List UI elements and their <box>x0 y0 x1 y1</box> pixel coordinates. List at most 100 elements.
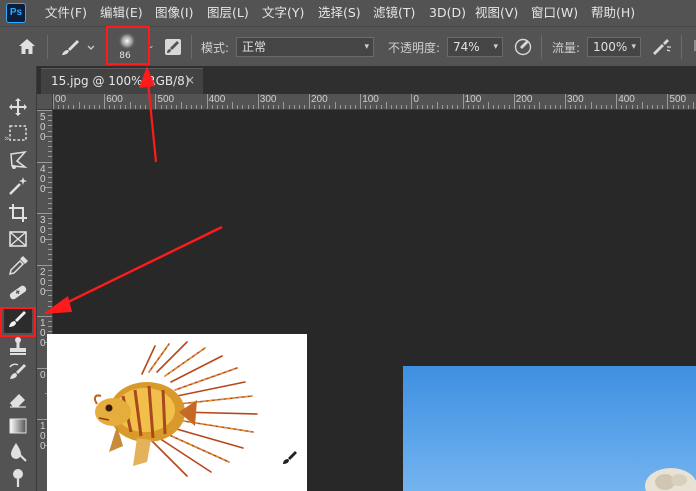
eraser-tool[interactable] <box>6 387 30 411</box>
ruler-minor-tick <box>662 105 664 109</box>
ruler-minor-tick <box>385 102 387 109</box>
ruler-minor-tick <box>48 125 52 127</box>
ruler-minor-tick <box>447 105 449 109</box>
ruler-minor-tick <box>406 105 408 109</box>
ruler-minor-tick <box>339 105 341 109</box>
ruler-label: 0 <box>40 369 46 381</box>
ruler-label: 2 <box>40 266 46 278</box>
ruler-minor-tick <box>48 228 52 230</box>
history-brush-tool[interactable] <box>6 361 30 385</box>
ruler-minor-tick <box>48 223 52 225</box>
menu-edit[interactable]: 编辑(E) <box>100 0 143 26</box>
ruler-minor-tick <box>426 105 428 109</box>
ruler-minor-tick <box>48 192 52 194</box>
ruler-minor-tick <box>600 105 602 109</box>
close-icon[interactable]: × <box>185 73 195 87</box>
healing-brush-tool[interactable] <box>6 280 30 304</box>
ruler-origin[interactable] <box>37 94 53 110</box>
menu-filter[interactable]: 滤镜(T) <box>373 0 415 26</box>
pressure-opacity-icon[interactable] <box>513 37 533 57</box>
lasso-tool[interactable] <box>6 148 30 172</box>
ruler-minor-tick <box>186 105 188 109</box>
ruler-minor-tick <box>534 105 536 109</box>
horizontal-ruler[interactable]: 00 600 500 400 300 200 100 0 100 200 300 400 500 <box>53 94 696 110</box>
rectangular-marquee-tool[interactable] <box>6 121 30 145</box>
ruler-minor-tick <box>99 105 101 109</box>
ruler-minor-tick <box>293 105 295 109</box>
ruler-tick <box>37 213 52 214</box>
ruler-minor-tick <box>278 105 280 109</box>
ruler-minor-tick <box>227 105 229 109</box>
ruler-minor-tick <box>288 105 290 109</box>
ruler-minor-tick <box>109 105 111 109</box>
ruler-label: 0 <box>40 235 46 246</box>
flow-value: 100% <box>593 40 628 54</box>
menu-view[interactable]: 视图(V) <box>475 0 518 26</box>
ruler-minor-tick <box>580 105 582 109</box>
ruler-minor-tick <box>48 295 52 297</box>
ruler-minor-tick <box>48 176 52 178</box>
crop-tool[interactable] <box>6 201 30 225</box>
ruler-minor-tick <box>442 105 444 109</box>
ruler-minor-tick <box>114 105 116 109</box>
ruler-minor-tick <box>48 171 52 173</box>
dodge-tool[interactable] <box>6 465 30 489</box>
menu-layer[interactable]: 图层(L) <box>207 0 249 26</box>
menu-type[interactable]: 文字(Y) <box>262 0 304 26</box>
ruler-minor-tick <box>48 146 52 148</box>
ruler-minor-tick <box>672 105 674 109</box>
eyedropper-tool[interactable] <box>6 254 30 278</box>
ruler-minor-tick <box>452 105 454 109</box>
ruler-minor-tick <box>467 105 469 109</box>
ruler-minor-tick <box>595 105 597 109</box>
blur-tool[interactable] <box>6 440 30 464</box>
ruler-minor-tick <box>124 105 126 109</box>
gradient-tool[interactable] <box>6 414 30 438</box>
menu-help[interactable]: 帮助(H) <box>591 0 635 26</box>
ruler-minor-tick <box>268 105 270 109</box>
ruler-minor-tick <box>518 105 520 109</box>
frame-tool[interactable] <box>6 227 30 251</box>
ruler-minor-tick <box>170 105 172 109</box>
document-tab[interactable]: 15.jpg @ 100%(RGB/8) × <box>41 68 203 94</box>
ruler-minor-tick <box>298 105 300 109</box>
ruler-minor-tick <box>221 105 223 109</box>
ruler-minor-tick <box>175 105 177 109</box>
ruler-tick <box>513 94 515 109</box>
ruler-minor-tick <box>431 105 433 109</box>
menu-file[interactable]: 文件(F) <box>45 0 87 26</box>
ruler-label: 300 <box>567 94 584 105</box>
ruler-tick <box>565 94 566 109</box>
ruler-label: 0 <box>40 132 46 143</box>
ruler-minor-tick <box>145 105 147 109</box>
opacity-input[interactable]: 74% ▾ <box>447 37 503 57</box>
menu-image[interactable]: 图像(I) <box>155 0 193 26</box>
ruler-tick <box>155 94 157 109</box>
move-tool[interactable] <box>6 95 30 119</box>
blend-mode-select[interactable]: 正常 ▾ <box>236 37 374 57</box>
opacity-label: 不透明度: <box>388 41 441 55</box>
magic-wand-tool[interactable] <box>6 174 30 198</box>
flow-label: 流量: <box>552 41 581 55</box>
flow-input[interactable]: 100% ▾ <box>587 37 641 57</box>
ruler-tick <box>309 94 310 109</box>
clone-stamp-tool[interactable] <box>6 334 30 358</box>
menu-window[interactable]: 窗口(W) <box>531 0 578 26</box>
brush-settings-panel-icon[interactable] <box>163 37 183 57</box>
airbrush-icon[interactable] <box>650 37 672 57</box>
ruler-minor-tick <box>48 207 52 209</box>
ruler-minor-tick <box>48 310 52 312</box>
ruler-minor-tick <box>160 105 162 109</box>
menu-select[interactable]: 选择(S) <box>318 0 361 26</box>
brush-tool-preset-picker[interactable] <box>58 36 95 58</box>
ruler-minor-tick <box>48 120 52 122</box>
ruler-minor-tick <box>252 105 254 109</box>
ruler-label: 0 <box>40 338 46 349</box>
ruler-minor-tick <box>48 326 52 328</box>
ruler-minor-tick <box>63 105 65 109</box>
ruler-minor-tick <box>324 105 326 109</box>
ruler-minor-tick <box>437 102 438 109</box>
home-icon[interactable] <box>16 36 38 58</box>
ruler-minor-tick <box>554 105 556 109</box>
menu-3d[interactable]: 3D(D) <box>429 0 466 26</box>
